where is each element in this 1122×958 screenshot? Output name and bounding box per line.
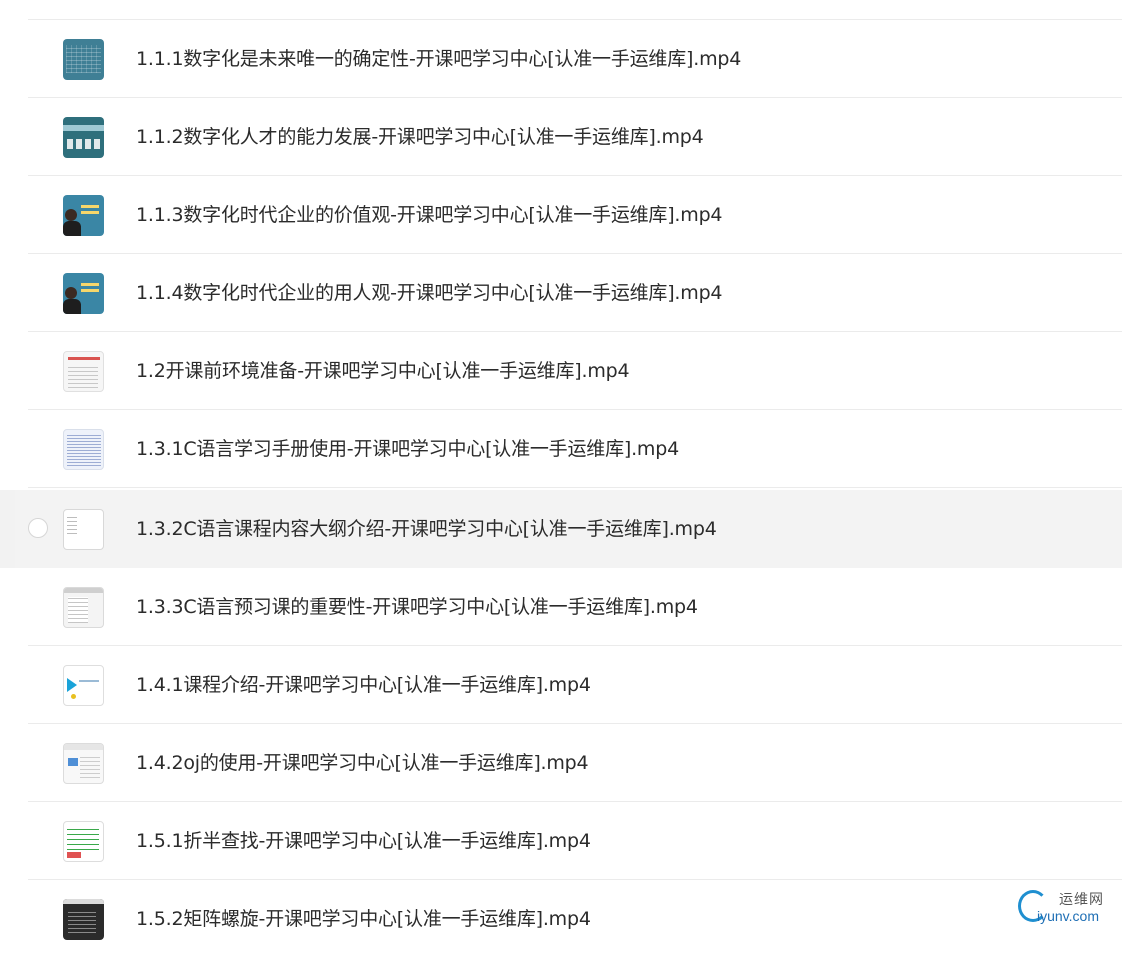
file-row[interactable]: 1.4.1课程介绍-开课吧学习中心[认准一手运维库].mp4 [0,646,1122,724]
file-name: 1.3.1C语言学习手册使用-开课吧学习中心[认准一手运维库].mp4 [136,438,679,460]
file-name: 1.1.3数字化时代企业的价值观-开课吧学习中心[认准一手运维库].mp4 [136,204,723,226]
file-list: 1.1.1数字化是未来唯一的确定性-开课吧学习中心[认准一手运维库].mp4 1… [0,0,1122,940]
file-row[interactable]: 1.1.1数字化是未来唯一的确定性-开课吧学习中心[认准一手运维库].mp4 [0,20,1122,98]
video-thumbnail [63,743,104,784]
file-name: 1.1.1数字化是未来唯一的确定性-开课吧学习中心[认准一手运维库].mp4 [136,48,742,70]
file-row[interactable]: 1.4.2oj的使用-开课吧学习中心[认准一手运维库].mp4 [0,724,1122,802]
video-thumbnail [63,587,104,628]
file-row[interactable]: 1.5.2矩阵螺旋-开课吧学习中心[认准一手运维库].mp4 [0,880,1122,958]
video-thumbnail [63,665,104,706]
file-name: 1.3.2C语言课程内容大纲介绍-开课吧学习中心[认准一手运维库].mp4 [136,518,717,540]
file-row[interactable]: 1.1.4数字化时代企业的用人观-开课吧学习中心[认准一手运维库].mp4 [0,254,1122,332]
file-row[interactable]: 1.3.3C语言预习课的重要性-开课吧学习中心[认准一手运维库].mp4 [0,568,1122,646]
video-thumbnail [63,195,104,236]
watermark-en: iyunv.com [1037,908,1099,924]
file-name: 1.1.2数字化人才的能力发展-开课吧学习中心[认准一手运维库].mp4 [136,126,704,148]
watermark-logo: 运维网 iyunv.com [1015,886,1119,930]
select-checkbox[interactable] [28,518,48,538]
file-row[interactable]: 1.2开课前环境准备-开课吧学习中心[认准一手运维库].mp4 [0,332,1122,410]
file-name: 1.4.1课程介绍-开课吧学习中心[认准一手运维库].mp4 [136,674,591,696]
video-thumbnail [63,39,104,80]
file-name: 1.4.2oj的使用-开课吧学习中心[认准一手运维库].mp4 [136,752,589,774]
file-name: 1.1.4数字化时代企业的用人观-开课吧学习中心[认准一手运维库].mp4 [136,282,723,304]
video-thumbnail [63,509,104,550]
video-thumbnail [63,821,104,862]
file-row[interactable]: 1.1.3数字化时代企业的价值观-开课吧学习中心[认准一手运维库].mp4 [0,176,1122,254]
file-row-hovered[interactable]: 1.3.2C语言课程内容大纲介绍-开课吧学习中心[认准一手运维库].mp4 [0,490,1122,568]
video-thumbnail [63,351,104,392]
file-name: 1.5.1折半查找-开课吧学习中心[认准一手运维库].mp4 [136,830,591,852]
file-row[interactable]: 1.1.2数字化人才的能力发展-开课吧学习中心[认准一手运维库].mp4 [0,98,1122,176]
file-row[interactable]: 1.5.1折半查找-开课吧学习中心[认准一手运维库].mp4 [0,802,1122,880]
file-name: 1.3.3C语言预习课的重要性-开课吧学习中心[认准一手运维库].mp4 [136,596,698,618]
file-name: 1.5.2矩阵螺旋-开课吧学习中心[认准一手运维库].mp4 [136,908,591,930]
row-divider [28,487,1122,488]
video-thumbnail [63,273,104,314]
video-thumbnail [63,117,104,158]
video-thumbnail [63,429,104,470]
watermark-cn: 运维网 [1059,892,1104,908]
file-name: 1.2开课前环境准备-开课吧学习中心[认准一手运维库].mp4 [136,360,630,382]
file-row[interactable]: 1.3.1C语言学习手册使用-开课吧学习中心[认准一手运维库].mp4 [0,410,1122,488]
